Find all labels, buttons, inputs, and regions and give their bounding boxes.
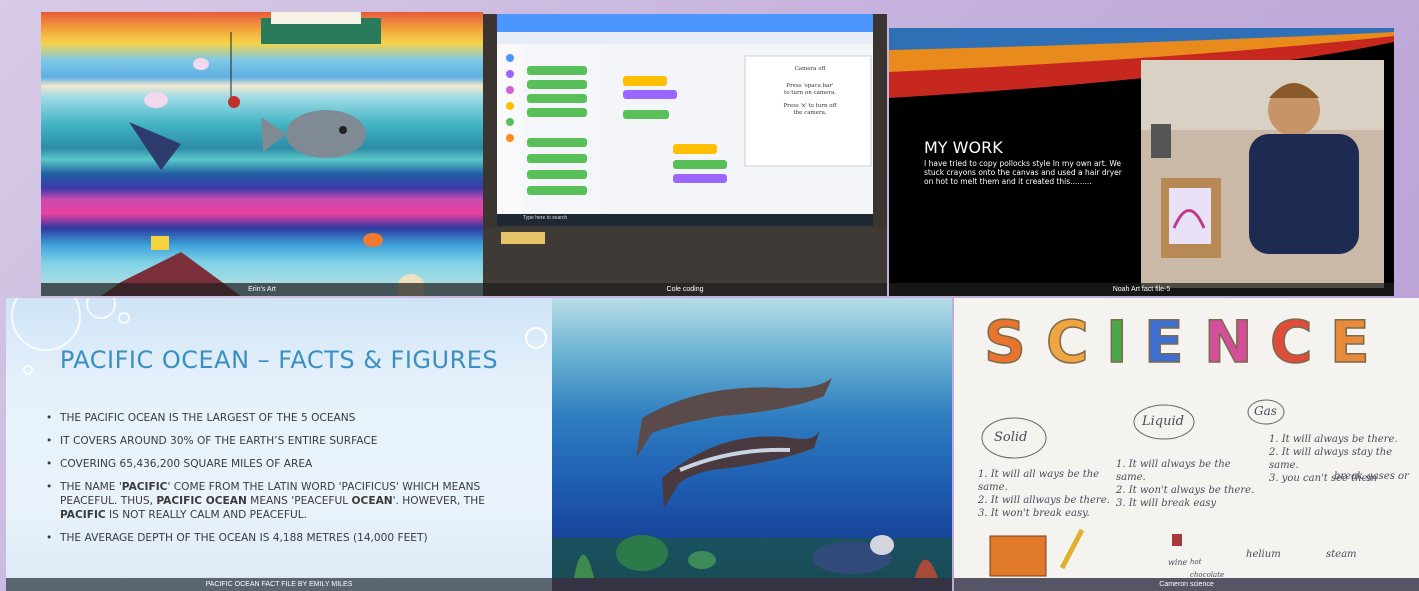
fact-text: THE NAME ' bbox=[60, 481, 122, 493]
stage-line: to turn on camera. bbox=[783, 90, 837, 96]
ocean-painting bbox=[101, 12, 425, 296]
fact-text: MEANS 'PEACEFUL bbox=[246, 495, 352, 507]
fact-text: IS NOT REALLY CALM AND PEACEFUL. bbox=[105, 509, 307, 521]
solid-label: Solid bbox=[994, 430, 1028, 445]
gas-label: Gas bbox=[1254, 404, 1277, 418]
tile-caption: Erin's Art bbox=[41, 283, 483, 296]
slide-title: MY WORK bbox=[924, 138, 1003, 157]
helium-label: helium bbox=[1246, 549, 1281, 560]
erin-art-tile[interactable]: Erin's Art bbox=[41, 12, 483, 296]
dolphin-painting-tile[interactable] bbox=[552, 298, 952, 591]
fact-bold: PACIFIC OCEAN bbox=[156, 495, 247, 507]
fact-list: THE PACIFIC OCEAN IS THE LARGEST OF THE … bbox=[46, 411, 516, 554]
liquid-notes: 1. It will always be the same. 2. It won… bbox=[1116, 459, 1255, 509]
science-poster-tile[interactable]: S C I E N C E Solid Liquid Gas 1. It wil… bbox=[954, 298, 1419, 591]
slide-body: I have tried to copy pollocks style In m… bbox=[924, 159, 1122, 186]
fact-bold: OCEAN bbox=[351, 495, 393, 507]
list-item: THE NAME 'PACIFIC' COME FROM THE LATIN W… bbox=[46, 480, 516, 522]
tile-caption bbox=[552, 578, 952, 591]
fact-text: THE AVERAGE DEPTH OF THE OCEAN IS 4,188 … bbox=[60, 532, 428, 544]
stage-line: Camera off bbox=[794, 66, 826, 72]
fact-text: IT COVERS AROUND 30% OF THE EARTH’S ENTI… bbox=[60, 435, 378, 447]
noah-art-tile[interactable]: MY WORK I have tried to copy pollocks st… bbox=[889, 28, 1394, 296]
list-item: IT COVERS AROUND 30% OF THE EARTH’S ENTI… bbox=[46, 434, 516, 448]
stage-line: Press 'x' to turn off bbox=[783, 103, 837, 109]
tile-caption: PACIFIC OCEAN FACT FILE BY EMILY MILES bbox=[6, 578, 552, 591]
fact-bold: PACIFIC bbox=[60, 509, 106, 521]
list-item: THE AVERAGE DEPTH OF THE OCEAN IS 4,188 … bbox=[46, 531, 516, 545]
gas-extra: break gases or bbox=[1334, 471, 1409, 482]
solid-notes: 1. It will all ways be the same. 2. It w… bbox=[978, 469, 1110, 519]
liquid-label: Liquid bbox=[1142, 414, 1184, 429]
slide-title: PACIFIC OCEAN – FACTS & FIGURES bbox=[59, 346, 499, 374]
dolphin-painting bbox=[552, 378, 952, 591]
cole-coding-tile[interactable]: Camera off Press 'space bar' to turn on … bbox=[483, 14, 887, 296]
tile-caption: Cole coding bbox=[483, 283, 887, 296]
tile-caption: Noah Art fact file-5 bbox=[889, 283, 1394, 296]
fact-text: '. HOWEVER, THE bbox=[392, 495, 485, 507]
fact-text: COVERING 65,436,200 SQUARE MILES OF AREA bbox=[60, 458, 313, 470]
list-item: COVERING 65,436,200 SQUARE MILES OF AREA bbox=[46, 457, 516, 471]
steam-label: steam bbox=[1326, 549, 1357, 560]
list-item: THE PACIFIC OCEAN IS THE LARGEST OF THE … bbox=[46, 411, 516, 425]
taskbar-search: Type here to search bbox=[523, 215, 568, 221]
stage-line: the camera. bbox=[793, 110, 827, 116]
pacific-ocean-slide[interactable]: PACIFIC OCEAN – FACTS & FIGURES THE PACI… bbox=[6, 298, 552, 591]
wine-label: wine bbox=[1168, 558, 1188, 567]
stage-line: Press 'space bar' bbox=[786, 83, 834, 89]
laptop-photo bbox=[483, 14, 887, 296]
scratch-stage-text: Camera off Press 'space bar' to turn on … bbox=[751, 66, 869, 117]
fact-bold: PACIFIC bbox=[121, 481, 168, 493]
tile-caption: Cameron science bbox=[954, 578, 1419, 591]
fact-text: THE PACIFIC OCEAN IS THE LARGEST OF THE … bbox=[60, 412, 356, 424]
